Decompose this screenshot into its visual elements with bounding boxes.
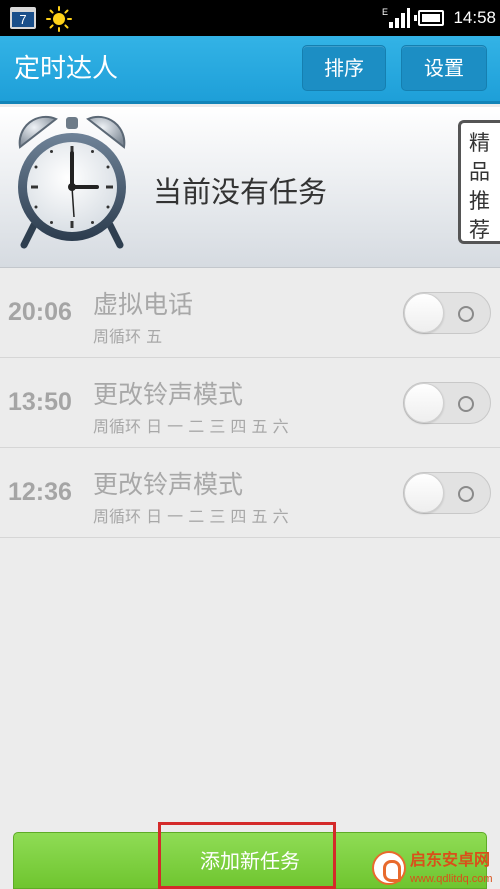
app-bar: 定时达人 排序 设置 (0, 36, 500, 104)
highlight-annotation (158, 822, 336, 889)
featured-tab-char: 荐 (469, 218, 490, 242)
calendar-day: 7 (19, 12, 27, 27)
status-banner: 当前没有任务 (0, 107, 500, 268)
battery-icon (414, 10, 444, 26)
screen: 7 E 14:58 定时达人 排序 设置 当前没有任务 精 品 推 荐 20:0… (0, 0, 500, 889)
task-toggle[interactable] (403, 382, 491, 424)
task-toggle[interactable] (403, 292, 491, 334)
task-row[interactable]: 20:06 虚拟电话 周循环 五 (0, 268, 500, 358)
task-title: 更改铃声模式 (93, 470, 244, 499)
featured-apps-tab[interactable]: 精 品 推 荐 (458, 120, 500, 244)
task-toggle[interactable] (403, 472, 491, 514)
watermark-title: 启东安卓网 (410, 850, 491, 869)
sun-icon (46, 6, 72, 32)
task-repeat: 周循环 日 一 二 三 四 五 六 (93, 507, 289, 526)
watermark-logo-icon (372, 851, 406, 885)
task-row[interactable]: 12:36 更改铃声模式 周循环 日 一 二 三 四 五 六 (0, 448, 500, 538)
off-indicator-icon (458, 486, 474, 502)
featured-tab-char: 精 (469, 131, 490, 155)
settings-button[interactable]: 设置 (401, 45, 487, 91)
calendar-icon: 7 (10, 7, 36, 29)
task-repeat: 周循环 日 一 二 三 四 五 六 (93, 417, 289, 436)
no-task-message: 当前没有任务 (153, 175, 328, 209)
task-row[interactable]: 13:50 更改铃声模式 周循环 日 一 二 三 四 五 六 (0, 358, 500, 448)
task-title: 更改铃声模式 (93, 380, 244, 409)
toggle-knob (404, 473, 444, 513)
alarm-clock-icon (18, 115, 126, 249)
signal-icon: E (382, 7, 410, 28)
featured-tab-char: 品 (469, 160, 490, 184)
toggle-knob (404, 293, 444, 333)
task-time: 13:50 (8, 388, 72, 416)
watermark-url: www.qdlitdq.com (410, 873, 493, 885)
network-type: E (382, 7, 388, 17)
task-title: 虚拟电话 (93, 290, 194, 319)
site-watermark: 启东安卓网 www.qdlitdq.com (370, 850, 500, 889)
status-time: 14:58 (453, 8, 496, 27)
task-repeat: 周循环 五 (93, 327, 163, 346)
sort-button[interactable]: 排序 (302, 45, 386, 91)
off-indicator-icon (458, 396, 474, 412)
app-title: 定时达人 (14, 54, 119, 84)
task-time: 12:36 (8, 478, 72, 506)
toggle-knob (404, 383, 444, 423)
off-indicator-icon (458, 306, 474, 322)
featured-tab-char: 推 (469, 189, 490, 213)
task-time: 20:06 (8, 298, 72, 326)
status-bar: 7 E 14:58 (0, 0, 500, 36)
